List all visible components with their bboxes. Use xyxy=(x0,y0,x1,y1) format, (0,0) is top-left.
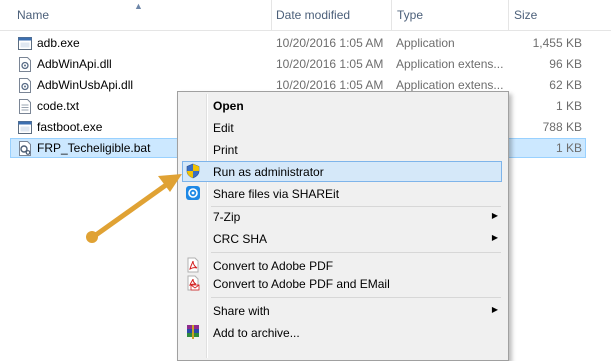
annotation-arrow xyxy=(86,174,182,243)
